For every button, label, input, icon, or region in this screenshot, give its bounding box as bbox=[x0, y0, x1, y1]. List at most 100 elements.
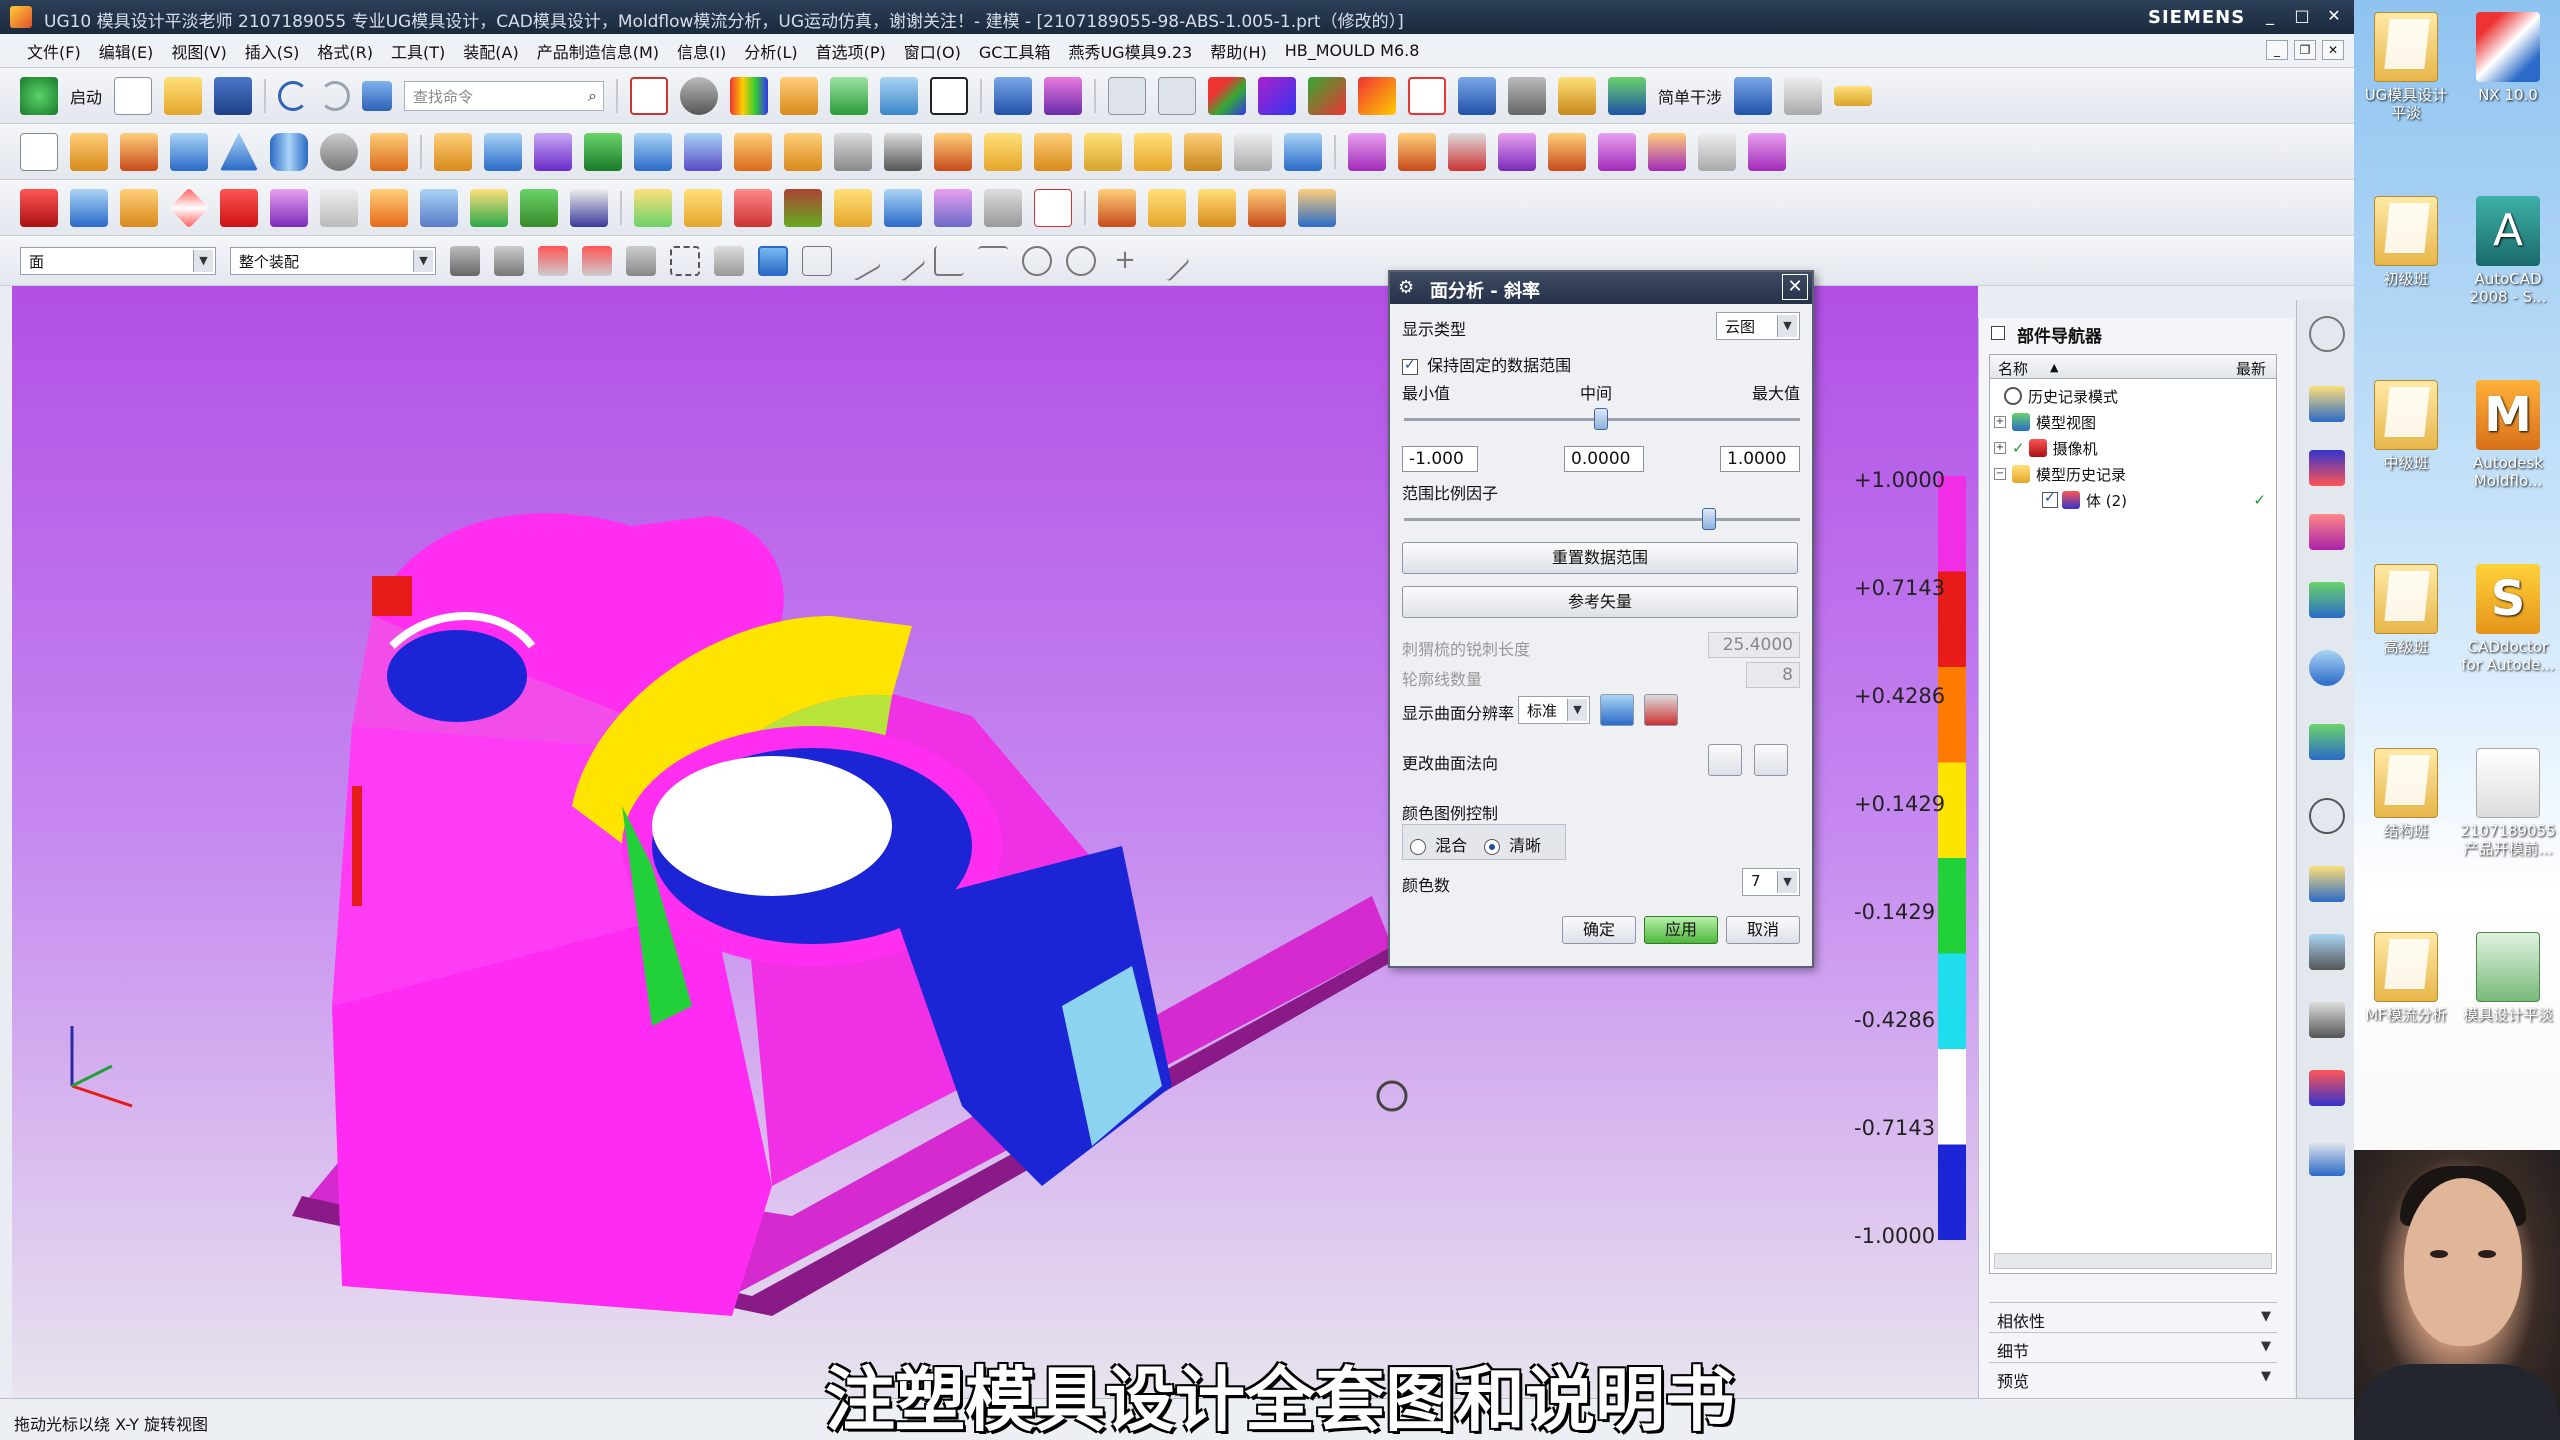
desktop-icon-ug-mold[interactable]: UG模具设计平淡 bbox=[2358, 12, 2454, 122]
offset-face-icon[interactable] bbox=[934, 132, 972, 171]
tangent-point-icon[interactable] bbox=[978, 245, 1008, 276]
dependencies-section[interactable]: 相依性 ▼ bbox=[1989, 1302, 2277, 1332]
keep-range-checkbox[interactable]: 保持固定的数据范围 bbox=[1402, 352, 1571, 376]
extract-body-icon[interactable] bbox=[1184, 132, 1222, 171]
bounded-plane-icon[interactable] bbox=[1598, 132, 1636, 171]
wave-icon[interactable] bbox=[1558, 76, 1597, 115]
runner-icon[interactable] bbox=[420, 188, 458, 227]
section-surface-icon[interactable] bbox=[1698, 132, 1736, 171]
cooling-icon[interactable] bbox=[470, 188, 508, 227]
point-icon[interactable] bbox=[1258, 76, 1297, 115]
unused-parts-icon[interactable] bbox=[984, 188, 1022, 227]
move-face-icon[interactable] bbox=[1034, 132, 1072, 171]
mold-wizard-icon[interactable] bbox=[20, 188, 58, 227]
screw-icon[interactable] bbox=[1148, 188, 1186, 227]
analysis-icon[interactable] bbox=[1408, 76, 1447, 115]
collapse-icon[interactable]: − bbox=[1994, 468, 2006, 480]
reset-range-button[interactable]: 重置数据范围 bbox=[1402, 542, 1798, 574]
system-materials-icon[interactable] bbox=[2309, 866, 2345, 902]
through-curves-icon[interactable] bbox=[1398, 132, 1436, 171]
snap-grid-icon[interactable] bbox=[626, 245, 656, 276]
wireframe-cube-icon[interactable] bbox=[714, 245, 744, 276]
doc-restore-button[interactable]: ❐ bbox=[2294, 40, 2316, 60]
desktop-icon-autocad[interactable]: A AutoCAD 2008 - S... bbox=[2460, 196, 2556, 306]
view-manager-icon[interactable] bbox=[934, 188, 972, 227]
tube-icon[interactable] bbox=[320, 132, 358, 171]
min-value-field[interactable]: -1.000 bbox=[1402, 446, 1478, 472]
red-cube-icon[interactable] bbox=[220, 188, 258, 227]
mid-slider-thumb[interactable] bbox=[1594, 408, 1608, 430]
cylinder-icon[interactable] bbox=[270, 132, 308, 171]
mirror-icon[interactable] bbox=[684, 132, 722, 171]
clearance-icon[interactable] bbox=[1784, 76, 1823, 115]
datum-plane-icon[interactable] bbox=[584, 132, 622, 171]
split-body-icon[interactable] bbox=[884, 132, 922, 171]
menu-window[interactable]: 窗口(O) bbox=[895, 39, 970, 63]
menu-insert[interactable]: 插入(S) bbox=[236, 39, 309, 63]
mid-value-field[interactable]: 0.0000 bbox=[1564, 446, 1644, 472]
reverse-normal-icon[interactable] bbox=[1708, 744, 1742, 776]
shaded-view-icon[interactable] bbox=[880, 76, 919, 115]
background-icon[interactable] bbox=[930, 76, 969, 115]
desktop-icon-caddoctor[interactable]: S CADdoctor for Autode... bbox=[2460, 564, 2556, 674]
intersection-point-icon[interactable] bbox=[934, 245, 964, 276]
desktop-icon-beginner[interactable]: 初级班 bbox=[2358, 196, 2454, 288]
desktop-icon-product-doc[interactable]: 2107189055 产品开模前... bbox=[2460, 748, 2556, 858]
menu-info[interactable]: 信息(I) bbox=[668, 39, 735, 63]
fit-view-icon[interactable] bbox=[630, 76, 669, 115]
cast-process-icon[interactable] bbox=[884, 188, 922, 227]
box-select-icon[interactable] bbox=[670, 245, 700, 276]
edit-object-display-icon[interactable] bbox=[780, 76, 819, 115]
desktop-icon-moldflow[interactable]: M Autodesk Moldflo... bbox=[2460, 380, 2556, 490]
settings-icon[interactable] bbox=[2309, 316, 2345, 352]
max-value-field[interactable]: 1.0000 bbox=[1720, 446, 1800, 472]
tree-item-model-history[interactable]: − 模型历史记录 bbox=[1994, 461, 2126, 487]
close-window-button[interactable]: ✕ bbox=[2322, 5, 2346, 27]
render-style-icon[interactable] bbox=[680, 76, 719, 115]
menu-edit[interactable]: 编辑(E) bbox=[90, 39, 163, 63]
existing-point-icon[interactable]: + bbox=[1110, 246, 1140, 276]
mid-point-icon[interactable] bbox=[840, 240, 882, 281]
sew-icon[interactable] bbox=[1134, 132, 1172, 171]
web-browser-icon[interactable] bbox=[2309, 724, 2345, 760]
history-icon[interactable] bbox=[2309, 798, 2345, 834]
rotate-snap-icon[interactable] bbox=[582, 245, 612, 276]
diamond-icon[interactable] bbox=[168, 187, 210, 228]
snap-point-icon[interactable] bbox=[538, 245, 568, 276]
shaded-cube-icon[interactable] bbox=[758, 245, 788, 276]
process-studio-icon[interactable] bbox=[2309, 934, 2345, 970]
sketch-icon[interactable] bbox=[20, 132, 58, 171]
ruled-icon[interactable] bbox=[1498, 132, 1536, 171]
column-latest[interactable]: 最新 bbox=[2236, 358, 2266, 379]
pattern-icon[interactable] bbox=[634, 132, 672, 171]
tree-item-body[interactable]: 体 (2) ✓ bbox=[2042, 487, 2272, 513]
menu-help[interactable]: 帮助(H) bbox=[1201, 39, 1276, 63]
sharp-radio[interactable]: 清晰 bbox=[1484, 832, 1541, 856]
mold-tools-icon[interactable] bbox=[570, 188, 608, 227]
navigator-pin-icon[interactable] bbox=[1991, 326, 2005, 340]
system-scene-icon[interactable] bbox=[2309, 1140, 2345, 1176]
standard-part-icon[interactable] bbox=[1098, 188, 1136, 227]
range-scale-track[interactable] bbox=[1404, 518, 1800, 521]
export-icon[interactable] bbox=[1458, 76, 1497, 115]
assembly-icon[interactable] bbox=[1298, 188, 1336, 227]
orient-view-icon[interactable] bbox=[994, 76, 1033, 115]
interference-icon[interactable] bbox=[1734, 76, 1773, 115]
ejector-icon[interactable] bbox=[120, 188, 158, 227]
new-file-icon[interactable] bbox=[114, 76, 153, 115]
assembly-scope-select[interactable]: 整个装配 ▼ bbox=[230, 246, 436, 275]
roles-icon[interactable] bbox=[2309, 1070, 2345, 1106]
desktop-icon-nx10[interactable]: NX 10.0 bbox=[2460, 12, 2556, 104]
parting-icon[interactable] bbox=[634, 188, 672, 227]
menu-analysis[interactable]: 分析(L) bbox=[735, 39, 806, 63]
mold-csys-icon[interactable] bbox=[1034, 188, 1072, 227]
control-point-icon[interactable] bbox=[883, 239, 927, 282]
doc-minimize-button[interactable]: _ bbox=[2266, 40, 2288, 60]
chamfer-icon[interactable] bbox=[1284, 132, 1322, 171]
wcs-icon[interactable] bbox=[1208, 76, 1247, 115]
desktop-icon-intermediate[interactable]: 中级班 bbox=[2358, 380, 2454, 472]
ruler-icon[interactable] bbox=[1834, 85, 1873, 106]
menu-yanxiu[interactable]: 燕秀UG模具9.23 bbox=[1059, 39, 1201, 63]
simple-interference-label[interactable]: 简单干涉 bbox=[1658, 84, 1722, 108]
n-sided-icon[interactable] bbox=[1748, 132, 1786, 171]
